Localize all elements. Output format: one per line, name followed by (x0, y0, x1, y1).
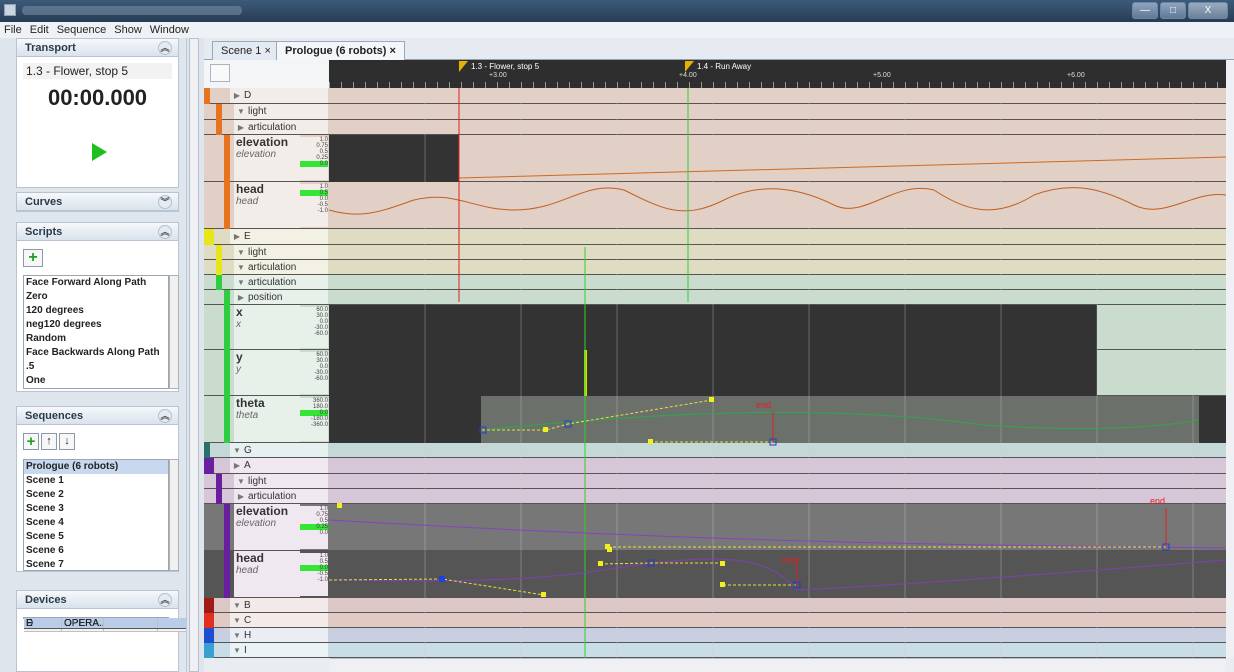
scripts-header[interactable]: Scripts ︽ (17, 223, 178, 241)
list-item[interactable]: .5 (24, 360, 168, 374)
sequences-list: Prologue (6 robots) Scene 1 Scene 2 Scen… (23, 459, 169, 571)
close-tab-icon[interactable]: × (264, 45, 270, 57)
list-item[interactable]: Scene 1 (24, 474, 168, 488)
timeline-view: 1.3 - Flower, stop 5 1.4 - Run Away +3.0… (204, 60, 1226, 658)
curves-panel: Curves ︾ (16, 192, 179, 212)
scripts-list: Face Forward Along Path Zero 120 degrees… (23, 275, 169, 389)
tab-prologue[interactable]: Prologue (6 robots) × (276, 41, 405, 60)
list-item[interactable]: Scene 7 (24, 558, 168, 570)
app-icon (4, 4, 16, 16)
table-cell (104, 618, 158, 628)
sequences-scrollbar[interactable] (169, 459, 179, 571)
list-item[interactable]: neg120 degrees (24, 318, 168, 332)
tab-scene-1[interactable]: Scene 1 × (212, 41, 280, 60)
collapse-icon[interactable]: ︽ (158, 593, 172, 607)
list-item[interactable]: Scene 5 (24, 530, 168, 544)
end-label: end (756, 400, 771, 410)
scripts-panel: Scripts ︽ + Face Forward Along Path Zero … (16, 222, 179, 392)
timeline-vscroll[interactable] (1226, 60, 1234, 658)
menu-sequence[interactable]: Sequence (57, 22, 107, 38)
timeline-overlay: end end end (328, 88, 1226, 658)
add-sequence-button[interactable]: + (23, 433, 39, 450)
transport-panel: Transport ︽ 1.3 - Flower, stop 5 00:00.00… (16, 38, 179, 188)
list-item[interactable]: Scene 4 (24, 516, 168, 530)
sequences-panel: Sequences ︽ + ↑ ↓ Prologue (6 robots) Sce… (16, 406, 179, 572)
grid-lines (424, 88, 1194, 658)
list-item[interactable]: Scene 6 (24, 544, 168, 558)
time-display: 00:00.000 (47, 85, 148, 110)
collapse-icon[interactable]: ︽ (158, 41, 172, 55)
panel-splitter[interactable] (186, 38, 204, 672)
end-label: end (782, 555, 797, 565)
table-cell: F (24, 618, 62, 628)
list-item[interactable]: Scene 3 (24, 502, 168, 516)
a-elevation-curve (328, 519, 1226, 549)
menu-show[interactable]: Show (114, 22, 142, 38)
devices-panel: Devices︽ Name Type Hardware DOPERA... EO… (16, 590, 1046, 672)
left-scrollbar[interactable] (189, 38, 199, 672)
list-item[interactable]: Random (24, 332, 168, 346)
window-title (22, 6, 242, 15)
add-script-button[interactable]: + (23, 249, 43, 267)
sequences-header[interactable]: Sequences ︽ (17, 407, 178, 425)
curves-header[interactable]: Curves ︾ (17, 193, 178, 211)
minimize-button[interactable]: — (1132, 2, 1158, 19)
expand-icon[interactable]: ︾ (158, 195, 172, 209)
collapse-icon[interactable]: ︽ (158, 225, 172, 239)
play-icon[interactable] (92, 143, 107, 161)
list-item[interactable]: 120 degrees (24, 304, 168, 318)
d-head-curve (328, 187, 1226, 215)
e-theta-curve (481, 411, 1200, 431)
menu-bar: File Edit Sequence Show Window (0, 22, 1234, 38)
menu-window[interactable]: Window (150, 22, 189, 38)
transport-header[interactable]: Transport ︽ (17, 39, 178, 57)
devices-header[interactable]: Devices ︽ (17, 591, 178, 609)
window-controls: — □ X (1132, 2, 1228, 19)
close-button[interactable]: X (1188, 2, 1228, 19)
list-item[interactable]: Zero (24, 290, 168, 304)
end-label: end (1150, 496, 1165, 506)
menu-edit[interactable]: Edit (30, 22, 49, 38)
list-item[interactable]: Face Backwards Along Path (24, 346, 168, 360)
list-item[interactable]: Prologue (6 robots) (24, 460, 168, 474)
d-elevation-curve (458, 156, 1226, 179)
list-item[interactable]: Scene 2 (24, 488, 168, 502)
menu-file[interactable]: File (4, 22, 22, 38)
sequence-tabs: Scene 1 × Prologue (6 robots) × (204, 38, 1234, 60)
move-down-button[interactable]: ↓ (59, 433, 75, 450)
move-up-button[interactable]: ↑ (41, 433, 57, 450)
timeline-hscroll[interactable] (330, 658, 1226, 672)
maximize-button[interactable]: □ (1160, 2, 1186, 19)
list-item[interactable]: Face Forward Along Path (24, 276, 168, 290)
current-scene: 1.3 - Flower, stop 5 (23, 63, 172, 79)
table-cell: OPERA... (64, 618, 104, 628)
left-panel: Transport ︽ 1.3 - Flower, stop 5 00:00.00… (0, 38, 1046, 672)
scripts-scrollbar[interactable] (169, 275, 179, 389)
collapse-icon[interactable]: ︽ (158, 409, 172, 423)
window-titlebar: — □ X (0, 0, 1234, 22)
list-item[interactable]: One (24, 374, 168, 388)
close-tab-icon[interactable]: × (390, 45, 396, 57)
a-head-curve (328, 558, 1226, 591)
devices-table: Name Type Hardware DOPERA... EOPERA... F… (23, 617, 1046, 632)
